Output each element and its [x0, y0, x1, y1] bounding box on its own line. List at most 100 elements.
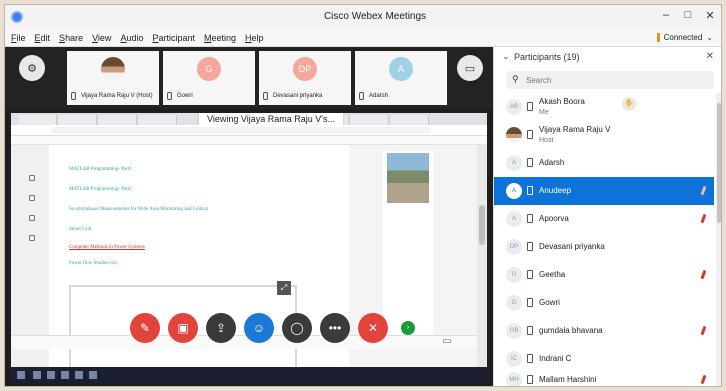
cookie-accept-button: [443, 339, 451, 343]
page-link: Synchrophasor Measurements for Wide Area…: [69, 207, 208, 212]
browser-tab: [59, 115, 97, 125]
participant-name: Geetha: [539, 270, 566, 279]
taskbar-icon: [47, 371, 55, 379]
participant-role: Host: [539, 137, 554, 144]
avatar: A: [506, 155, 522, 171]
os-taskbar: [11, 367, 487, 383]
taskbar-icon: [33, 371, 41, 379]
leave-button[interactable]: ✕: [358, 313, 388, 343]
minimize-button[interactable]: –: [661, 9, 671, 22]
participants-scrollbar[interactable]: [716, 93, 721, 386]
menu-help[interactable]: Help: [245, 33, 264, 43]
microphone-icon: ✎: [139, 321, 151, 335]
search-icon: ⚲: [512, 74, 519, 84]
participant-row[interactable]: IC Indrani C: [494, 345, 714, 373]
participant-row[interactable]: Vijaya Rama Raju V Host: [494, 121, 714, 149]
window-controls: – □ ✕: [661, 9, 715, 22]
close-icon[interactable]: ✕: [706, 51, 714, 62]
bookmarks-bar: [11, 136, 487, 145]
participant-name: Indrani C: [539, 354, 572, 363]
rail-icon: [29, 215, 35, 221]
menu-edit[interactable]: Edit: [35, 33, 51, 43]
taskbar-icon: [89, 371, 97, 379]
phone-icon: [527, 130, 533, 139]
close-icon: ✕: [367, 321, 379, 335]
video-tile[interactable]: Vijaya Rama Raju V (Host): [67, 51, 159, 105]
rail-icon: [29, 235, 35, 241]
participant-row[interactable]: A Apoorva: [494, 205, 714, 233]
menu-share[interactable]: Share: [59, 33, 83, 43]
browser-tab: [139, 115, 177, 125]
chat-icon: ◯: [290, 321, 304, 335]
taskbar-icon: [75, 371, 83, 379]
connection-status[interactable]: Connected ⌄: [656, 33, 713, 42]
web-page: MATLAB Programming- Part1 MATLAB Program…: [11, 145, 487, 383]
participant-search: ⚲: [506, 71, 714, 89]
raised-hand-icon[interactable]: ✋: [622, 97, 636, 111]
menu-view[interactable]: View: [92, 33, 111, 43]
scroll-thumb[interactable]: [717, 103, 721, 223]
chat-button[interactable]: ◯: [282, 313, 312, 343]
webex-logo-icon: [11, 11, 23, 23]
close-button[interactable]: ✕: [705, 9, 715, 22]
phone-icon: [527, 375, 533, 384]
more-button[interactable]: •••: [320, 313, 350, 343]
participant-name: Adarsh: [539, 158, 565, 167]
menu-meeting[interactable]: Meeting: [204, 33, 236, 43]
participant-row[interactable]: MH Mallam Harshini: [494, 371, 714, 386]
participant-name: gumdala bhavana: [539, 326, 603, 335]
participants-header: ⌄ Participants (19) ✕: [494, 47, 721, 67]
video-tile[interactable]: A Adarsh: [355, 51, 447, 105]
page-link: Power flow Studies (dc): [69, 261, 118, 266]
participant-row[interactable]: GB gumdala bhavana: [494, 317, 714, 345]
connection-icon: [656, 33, 660, 42]
muted-mic-icon: [700, 269, 707, 280]
participant-row[interactable]: A Adarsh: [494, 149, 714, 177]
menu-file[interactable]: File: [11, 33, 26, 43]
ad-arrow-icon: ›: [401, 321, 415, 335]
layout-icon: ▭: [464, 62, 476, 75]
browser-tab: [99, 115, 137, 125]
avatar: GB: [506, 323, 522, 339]
participants-title: Participants (19): [514, 52, 580, 62]
camera-icon: ▣: [177, 321, 189, 335]
avatar: DP: [506, 239, 522, 255]
stop-video-button[interactable]: ▣: [168, 313, 198, 343]
participant-name: Mallam Harshini: [539, 375, 597, 384]
menu-audio[interactable]: Audio: [120, 33, 143, 43]
participant-name: Apoorva: [539, 214, 569, 223]
participant-row[interactable]: G Gowri: [494, 289, 714, 317]
maximize-button[interactable]: □: [683, 9, 693, 22]
side-advertisement: ›: [383, 151, 433, 341]
participant-row[interactable]: G Geetha: [494, 261, 714, 289]
share-icon: ⇪: [215, 321, 227, 335]
participant-name: Devasani priyanka: [539, 242, 605, 251]
browser-tab: [391, 115, 429, 125]
share-button[interactable]: ⇪: [206, 313, 236, 343]
avatar: [506, 127, 522, 143]
phone-icon: [71, 92, 76, 100]
url-field: [51, 127, 431, 134]
mute-button[interactable]: ✎: [130, 313, 160, 343]
page-link: Smart Grid: [69, 227, 92, 232]
phone-icon: [527, 298, 533, 307]
participant-row[interactable]: DP Devasani priyanka: [494, 233, 714, 261]
search-input[interactable]: [526, 74, 706, 86]
participants-button[interactable]: ☺: [244, 313, 274, 343]
phone-icon: [527, 214, 533, 223]
windows-icon: [17, 371, 25, 379]
phone-icon: [527, 270, 533, 279]
participant-row[interactable]: AB Akash Boora Me ✋: [494, 93, 714, 121]
strip-prev-button[interactable]: ⚙: [19, 55, 45, 81]
video-tile[interactable]: DP Devasani priyanka: [259, 51, 351, 105]
chevron-down-icon[interactable]: ⌄: [502, 51, 510, 62]
video-tile[interactable]: G Gowri: [163, 51, 255, 105]
expand-icon: ⤢: [277, 281, 291, 295]
avatar: G: [506, 295, 522, 311]
participant-row[interactable]: A Anudeep: [494, 177, 714, 205]
strip-next-button[interactable]: ▭: [457, 55, 483, 81]
person-icon: ☺: [252, 321, 266, 335]
menu-participant[interactable]: Participant: [152, 33, 195, 43]
phone-icon: [167, 92, 172, 100]
chevron-down-icon: ⌄: [706, 33, 713, 42]
